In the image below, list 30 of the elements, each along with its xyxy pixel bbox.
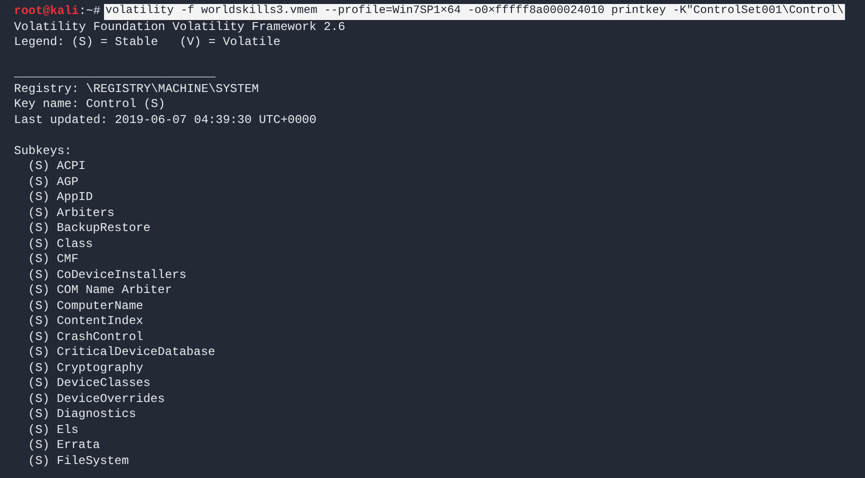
subkey-line: (S) AGP <box>27 174 78 190</box>
subkey-line: (S) BackupRestore <box>27 221 150 236</box>
subkey-line: (S) CrashControl <box>27 330 144 345</box>
subkey-line: (S) DeviceClasses <box>27 376 150 392</box>
key-info-line: Key name: Control (S) <box>14 97 166 112</box>
subkey-line: (S) FileSystem <box>27 454 129 469</box>
prompt-symbol: :~# <box>78 4 100 20</box>
subkey-line: (S) CriticalDeviceDatabase <box>27 345 216 360</box>
subkey-line: (S) ComputerName <box>27 298 144 314</box>
separator-line: ____________________________ <box>14 66 216 82</box>
subkey-line: (S) Arbiters <box>27 206 114 221</box>
key-info-line: Last updated: 2019-06-07 04:39:30 UTC+0000 <box>14 112 316 128</box>
command-text: volatility -f worldskills3.vmem --profile=Win7SP1×64 -o0×fffff8a000024010 printkey -K"ControlSet001\Control\ <box>104 4 845 20</box>
key-info-line: Registry: \REGISTRY\MACHINE\SYSTEM <box>14 82 259 97</box>
subkey-line: (S) COM Name Arbiter <box>27 283 172 298</box>
subkeys-label: Subkeys: <box>14 144 72 159</box>
subkey-line: (S) ACPI <box>27 159 86 174</box>
subkey-line: (S) Errata <box>27 438 100 454</box>
subkey-line: (S) Class <box>27 236 93 252</box>
subkey-line: (S) CMF <box>27 252 78 268</box>
subkey-line: (S) AppID <box>27 190 93 206</box>
prompt-user: root@kali <box>14 4 79 20</box>
subkey-line: (S) DeviceOverrides <box>27 392 165 407</box>
subkey-line: (S) Diagnostics <box>27 407 136 422</box>
output-line: Legend: (S) = Stable (V) = Volatile <box>14 35 280 50</box>
subkey-line: (S) Cryptography <box>27 360 144 376</box>
subkey-line: (S) ContentIndex <box>27 314 144 330</box>
subkey-line: (S) CoDeviceInstallers <box>27 268 186 283</box>
subkey-line: (S) Els <box>27 422 78 438</box>
output-line: Volatility Foundation Volatility Framework 2.6 <box>14 20 346 35</box>
